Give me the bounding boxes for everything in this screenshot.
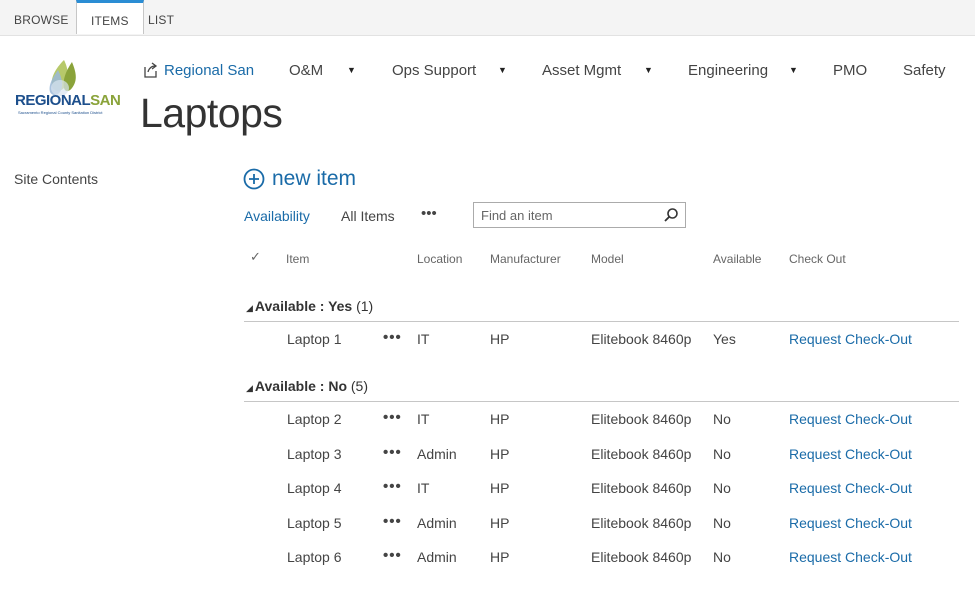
caret-down-icon[interactable]: ▼ [498,60,507,80]
ribbon-tab-items[interactable]: ITEMS [76,0,144,34]
cell-model: Elitebook 8460p [591,446,692,462]
cell-model: Elitebook 8460p [591,549,692,565]
column-header-model[interactable]: Model [591,252,624,266]
search-box[interactable] [473,202,686,228]
logo-wordmark: REGIONALSAN [15,92,121,109]
cell-item[interactable]: Laptop 1 [287,331,342,347]
request-checkout-link[interactable]: Request Check-Out [789,549,912,565]
cell-manufacturer: HP [490,331,510,347]
page-title: Laptops [140,90,283,136]
cell-model: Elitebook 8460p [591,515,692,531]
caret-down-icon[interactable]: ▼ [347,60,356,80]
nav-item-regional-san[interactable]: Regional San [164,60,254,82]
group-header-available-yes[interactable]: ◢ Available : Yes (1) [246,298,373,314]
column-header-check-out[interactable]: Check Out [789,252,846,266]
cell-available: No [713,549,731,565]
nav-item-engineering[interactable]: Engineering [688,60,768,82]
row-menu-button[interactable]: ••• [383,444,402,461]
ribbon-tab-list[interactable]: LIST [148,0,174,36]
cell-model: Elitebook 8460p [591,480,692,496]
cell-model: Elitebook 8460p [591,331,692,347]
column-header-manufacturer[interactable]: Manufacturer [490,252,561,266]
column-header-item[interactable]: Item [286,252,309,266]
collapse-triangle-icon[interactable]: ◢ [246,303,253,313]
new-item-label: new item [272,167,357,190]
row-menu-button[interactable]: ••• [383,547,402,564]
cell-item[interactable]: Laptop 5 [287,515,342,531]
nav-item-ops-support[interactable]: Ops Support [392,60,476,82]
cell-location: IT [417,411,430,427]
group-divider [244,321,959,322]
row-menu-button[interactable]: ••• [383,329,402,346]
collapse-triangle-icon[interactable]: ◢ [246,383,253,393]
group-header-available-no[interactable]: ◢ Available : No (5) [246,378,368,394]
view-availability[interactable]: Availability [244,207,310,225]
cell-manufacturer: HP [490,549,510,565]
caret-down-icon[interactable]: ▼ [789,60,798,80]
cell-available: No [713,515,731,531]
cell-item[interactable]: Laptop 4 [287,480,342,496]
row-menu-button[interactable]: ••• [383,409,402,426]
group-divider [244,401,959,402]
search-icon[interactable] [663,207,679,223]
request-checkout-link[interactable]: Request Check-Out [789,515,912,531]
cell-manufacturer: HP [490,411,510,427]
nav-item-asset-mgmt[interactable]: Asset Mgmt [542,60,621,82]
cell-available: No [713,411,731,427]
cell-location: IT [417,331,430,347]
request-checkout-link[interactable]: Request Check-Out [789,446,912,462]
cell-manufacturer: HP [490,446,510,462]
new-item-button[interactable]: new item [243,165,356,193]
nav-item-safety[interactable]: Safety [903,60,946,82]
cell-location: Admin [417,515,457,531]
cell-available: No [713,480,731,496]
cell-manufacturer: HP [490,515,510,531]
caret-down-icon[interactable]: ▼ [644,60,653,80]
column-header-available[interactable]: Available [713,252,761,266]
row-menu-button[interactable]: ••• [383,513,402,530]
cell-model: Elitebook 8460p [591,411,692,427]
select-all-checkmark-icon[interactable]: ✓ [250,249,261,265]
cell-manufacturer: HP [490,480,510,496]
cell-location: Admin [417,446,457,462]
ribbon-tab-browse[interactable]: BROWSE [14,0,69,36]
column-header-location[interactable]: Location [417,252,462,266]
cell-available: Yes [713,331,736,347]
cell-location: Admin [417,549,457,565]
more-views-button[interactable]: ••• [421,205,437,222]
cell-available: No [713,446,731,462]
request-checkout-link[interactable]: Request Check-Out [789,411,912,427]
logo-subtitle: Sacramento Regional County Sanitation Di… [18,110,103,115]
cell-item[interactable]: Laptop 3 [287,446,342,462]
request-checkout-link[interactable]: Request Check-Out [789,331,912,347]
request-checkout-link[interactable]: Request Check-Out [789,480,912,496]
cell-item[interactable]: Laptop 2 [287,411,342,427]
nav-item-pmo[interactable]: PMO [833,60,867,82]
view-all-items[interactable]: All Items [341,207,395,225]
quicklaunch-site-contents[interactable]: Site Contents [14,171,98,187]
search-input[interactable] [481,208,661,223]
ribbon: BROWSE ITEMS LIST [0,0,975,36]
cell-item[interactable]: Laptop 6 [287,549,342,565]
add-circle-icon [243,168,265,190]
cell-location: IT [417,480,430,496]
nav-item-om[interactable]: O&M [289,60,323,82]
site-logo[interactable]: REGIONALSAN Sacramento Regional County S… [12,58,122,118]
home-share-icon[interactable] [142,61,158,79]
row-menu-button[interactable]: ••• [383,478,402,495]
